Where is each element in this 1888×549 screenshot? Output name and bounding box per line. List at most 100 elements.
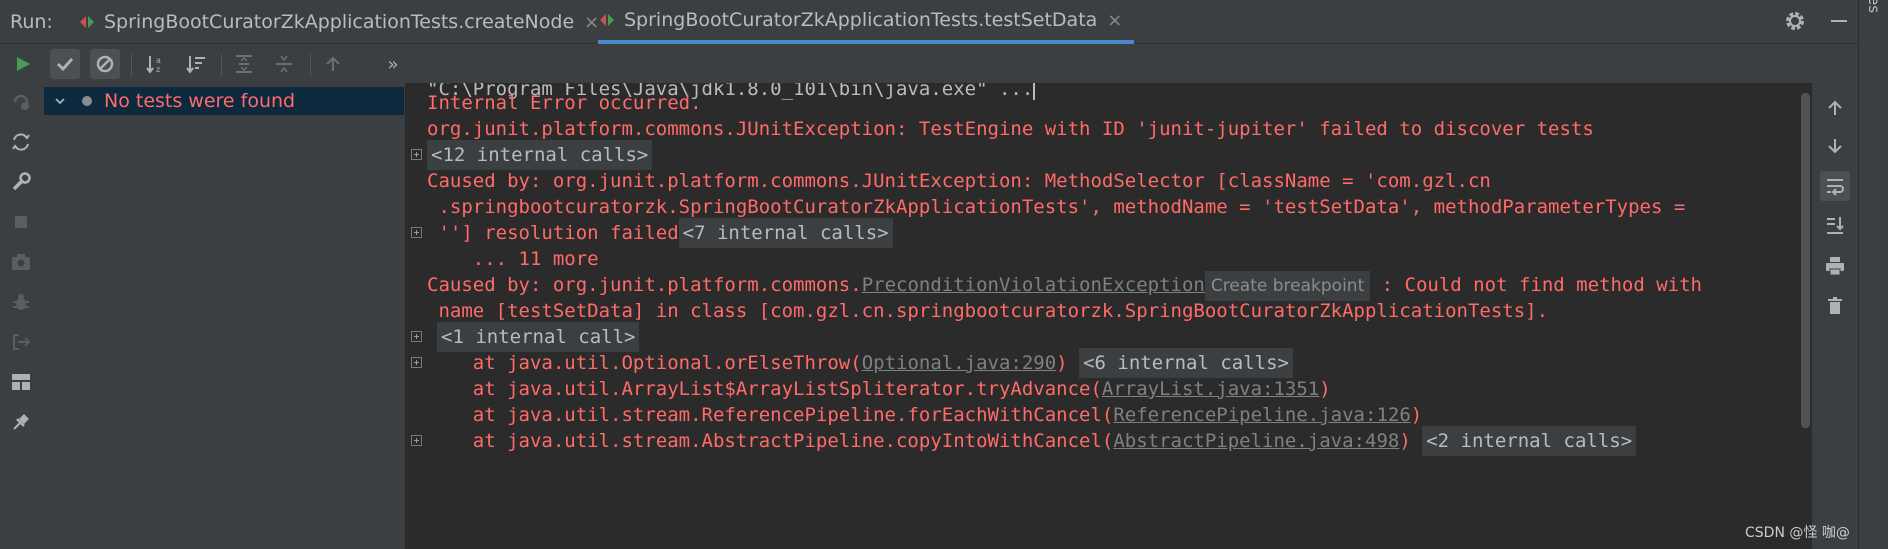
tab-create-node[interactable]: SpringBootCuratorZkApplicationTests.crea… (78, 0, 599, 44)
console-text: ''] resolution failed (427, 222, 679, 244)
scrollbar-thumb[interactable] (1801, 93, 1810, 428)
printer-icon (1826, 257, 1844, 276)
edit-configuration-button[interactable] (6, 167, 36, 197)
tab-label: SpringBootCuratorZkApplicationTests.crea… (104, 11, 575, 33)
toolbar-separator (131, 54, 132, 76)
text-cursor (1033, 83, 1036, 100)
camera-icon (12, 254, 30, 270)
tab-test-set-data[interactable]: SpringBootCuratorZkApplicationTests.test… (598, 0, 1135, 44)
exit-icon (13, 334, 31, 350)
console-text: Caused by: org.junit.platform.commons.JU… (427, 170, 1491, 192)
sort-duration-icon (186, 56, 205, 74)
show-passed-toggle[interactable] (50, 49, 80, 79)
scroll-up-button[interactable] (1820, 93, 1850, 123)
rerun-failed-button[interactable] (6, 87, 36, 117)
more-actions-button[interactable]: » (378, 49, 408, 79)
check-icon (56, 57, 74, 72)
folded-calls[interactable]: <7 internal calls> (678, 218, 893, 248)
test-tree-panel: No tests were found (42, 83, 406, 549)
close-icon[interactable]: × (1107, 10, 1122, 31)
test-class-icon (600, 14, 614, 26)
run-toolbar: az » (0, 44, 1858, 83)
arrow-up-icon (1828, 100, 1842, 115)
dump-threads-button[interactable] (6, 247, 36, 277)
arrow-up-icon (326, 56, 340, 71)
sort-alpha-icon: az (146, 56, 161, 74)
console-text: Caused by: org.junit.platform.commons. (427, 274, 862, 296)
fold-expand-icon[interactable] (411, 357, 422, 368)
source-link[interactable]: ReferencePipeline.java:126 (1113, 404, 1410, 426)
svg-text:z: z (156, 65, 160, 74)
tree-item-label: No tests were found (104, 90, 296, 112)
close-icon[interactable]: × (584, 12, 599, 33)
source-link[interactable]: AbstractPipeline.java:498 (1113, 430, 1399, 452)
rerun-button[interactable] (8, 49, 38, 79)
arrow-down-icon (1828, 139, 1842, 154)
fold-expand-icon[interactable] (411, 331, 422, 342)
console-text: ... 11 more (427, 248, 599, 270)
console-text: name [testSetData] in class [com.gzl.cn.… (427, 300, 1549, 322)
fold-expand-icon[interactable] (411, 227, 422, 238)
sort-by-duration-button[interactable] (181, 49, 211, 79)
exception-link[interactable]: PreconditionViolationException (862, 274, 1205, 296)
show-ignored-toggle[interactable] (90, 49, 120, 79)
svg-text:a: a (156, 56, 161, 65)
ignored-icon (96, 55, 114, 73)
toolbar-separator (221, 54, 222, 76)
console-text: at java.util.stream.AbstractPipeline.cop… (427, 430, 1114, 452)
layout-icon (12, 374, 30, 390)
folded-calls[interactable]: <2 internal calls> (1422, 426, 1637, 456)
sort-alphabetically-button[interactable]: az (141, 49, 171, 79)
run-panel-label: Run: (10, 11, 53, 33)
gear-icon[interactable] (1783, 9, 1807, 33)
scroll-to-end-icon (1827, 217, 1844, 234)
tab-label: SpringBootCuratorZkApplicationTests.test… (624, 9, 1098, 31)
console-text: Internal Error occurred. (427, 92, 702, 114)
soft-wrap-icon (1827, 179, 1844, 196)
play-icon (17, 57, 30, 71)
fold-expand-icon[interactable] (411, 435, 422, 446)
layout-button[interactable] (6, 367, 36, 397)
toggle-auto-test-button[interactable] (6, 127, 36, 157)
side-tool-label: es (1865, 0, 1883, 14)
export-results-button[interactable] (6, 327, 36, 357)
expand-all-button[interactable] (229, 49, 259, 79)
debug-button[interactable] (6, 287, 36, 317)
clear-all-button[interactable] (1820, 291, 1850, 321)
status-dot-icon (82, 96, 92, 106)
chevron-down-icon[interactable] (54, 95, 66, 107)
scroll-to-end-button[interactable] (1820, 211, 1850, 241)
source-link[interactable]: Optional.java:290 (862, 352, 1056, 374)
collapse-all-button[interactable] (269, 49, 299, 79)
stop-button[interactable] (6, 207, 36, 237)
collapse-all-icon (276, 55, 292, 73)
print-button[interactable] (1820, 251, 1850, 281)
console-text: ) (1399, 430, 1411, 452)
console-text: org.junit.platform.commons.JUnitExceptio… (427, 118, 1594, 140)
bug-icon (13, 294, 29, 310)
console-text: ) (1410, 404, 1423, 426)
scroll-down-button[interactable] (1820, 131, 1850, 161)
pin-tab-button[interactable] (6, 407, 36, 437)
rerun-failed-icon (13, 94, 29, 110)
console-scrollbar[interactable] (1800, 83, 1812, 549)
side-tool-strip[interactable]: es (1858, 0, 1888, 549)
tree-item[interactable]: No tests were found (44, 87, 404, 115)
console-text: at java.util.Optional.orElseThrow( (427, 352, 862, 374)
console-text: at java.util.stream.ReferencePipeline.fo… (427, 404, 1114, 426)
soft-wrap-toggle[interactable] (1820, 171, 1850, 201)
console-text: : Could not find method with (1370, 274, 1702, 296)
console-text: ) (1056, 352, 1068, 374)
source-link[interactable]: ArrayList.java:1351 (1102, 378, 1319, 400)
minimize-icon[interactable] (1827, 9, 1851, 33)
trash-icon (1828, 297, 1842, 314)
stop-icon (15, 216, 27, 228)
previous-failed-test-button[interactable] (318, 49, 348, 79)
console-text: ) (1319, 378, 1331, 400)
toolbar-separator (310, 54, 311, 76)
auto-test-icon (12, 133, 30, 151)
console-output[interactable]: "C:\Program Files\Java\jdk1.8.0_101\bin\… (406, 83, 1800, 549)
fold-expand-icon[interactable] (411, 149, 422, 160)
console-text: at java.util.ArrayList$ArrayListSplitera… (427, 378, 1102, 400)
console-line: at java.util.stream.AbstractPipeline.cop… (427, 426, 1637, 456)
